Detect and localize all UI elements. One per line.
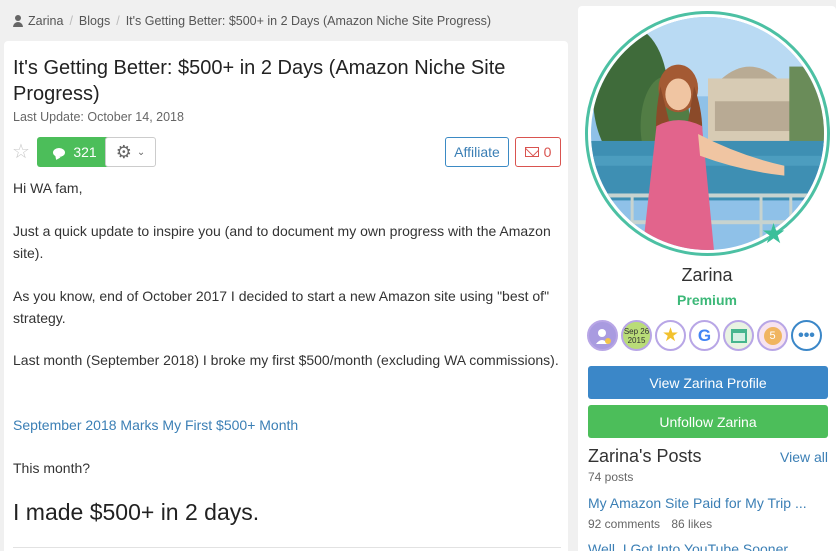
ambassador-badge-icon[interactable]: [587, 320, 618, 351]
message-button[interactable]: 0: [515, 137, 561, 167]
view-profile-button[interactable]: View Zarina Profile: [588, 366, 828, 399]
user-icon: [13, 15, 23, 27]
comments-count: 321: [73, 144, 97, 160]
post-paragraph: This month?: [13, 460, 91, 476]
profile-name[interactable]: Zarina: [578, 265, 836, 286]
avatar[interactable]: [591, 17, 824, 250]
envelope-icon: [524, 147, 539, 157]
membership-badge: Premium: [677, 292, 737, 308]
comment-icon: [53, 147, 66, 157]
badge-list: Sep 26 2015 ★ G 5 •••: [587, 320, 832, 352]
star-icon[interactable]: ☆: [12, 140, 34, 164]
recent-post-likes: 86 likes: [671, 517, 713, 531]
recent-post-comments: 92 comments: [588, 517, 661, 531]
post-paragraph: As you know, end of October 2017 I decid…: [13, 288, 550, 326]
avatar-frame: [585, 11, 830, 256]
google-badge[interactable]: G: [689, 320, 720, 351]
breadcrumb-user[interactable]: Zarina: [28, 14, 63, 28]
more-badges-icon[interactable]: •••: [791, 320, 822, 351]
post-paragraph: Hi WA fam,: [13, 180, 83, 196]
post-card: It's Getting Better: $500+ in 2 Days (Am…: [4, 41, 568, 551]
star-badge-icon[interactable]: ★: [655, 320, 686, 351]
chevron-down-icon: ⌄: [136, 146, 146, 158]
breadcrumb: Zarina / Blogs / It's Getting Better: $5…: [13, 14, 491, 28]
last-update: Last Update: October 14, 2018: [13, 110, 184, 124]
breadcrumb-current: It's Getting Better: $500+ in 2 Days (Am…: [125, 14, 492, 28]
divider: [13, 547, 561, 548]
posts-count: 74 posts: [588, 470, 634, 484]
anniversary-badge-text: Sep 26 2015: [623, 326, 650, 345]
posts-title: Zarina's Posts: [588, 446, 702, 466]
author-sidebar: ★ Zarina Premium Sep 26 2015 ★ G 5 ••• V…: [578, 6, 836, 551]
post-paragraph: Last month (September 2018) I broke my f…: [13, 352, 559, 368]
breadcrumb-blogs[interactable]: Blogs: [79, 14, 110, 28]
post-link[interactable]: September 2018 Marks My First $500+ Mont…: [13, 415, 563, 437]
unfollow-button[interactable]: Unfollow Zarina: [588, 405, 828, 438]
anniversary-badge[interactable]: Sep 26 2015: [621, 320, 652, 351]
premium-star-icon: ★: [761, 218, 787, 249]
recent-post-meta: 92 comments 86 likes: [588, 517, 712, 531]
page-title: It's Getting Better: $500+ in 2 Days (Am…: [13, 57, 506, 105]
medal-badge-number: 5: [763, 326, 782, 345]
google-badge-letter: G: [697, 325, 712, 345]
affiliate-button[interactable]: Affiliate: [445, 137, 509, 167]
comments-button[interactable]: 321: [37, 137, 113, 167]
website-badge-icon[interactable]: [723, 320, 754, 351]
breadcrumb-separator: /: [69, 14, 73, 28]
view-all-link[interactable]: View all: [780, 449, 828, 465]
settings-dropdown-button[interactable]: ⚙ ⌄: [105, 137, 156, 167]
post-heading: I made $500+ in 2 days.: [13, 499, 260, 525]
post-paragraph: Just a quick update to inspire you (and …: [13, 223, 551, 261]
gear-icon: ⚙: [115, 142, 132, 162]
breadcrumb-separator: /: [116, 14, 120, 28]
message-count: 0: [543, 144, 552, 160]
next-post-link[interactable]: Well, I Got Into YouTube Sooner ...: [588, 541, 804, 551]
medal-badge[interactable]: 5: [757, 320, 788, 351]
post-actions: ☆ 321 ⚙ ⌄ Affiliate 0: [12, 137, 561, 167]
recent-post-link[interactable]: My Amazon Site Paid for My Trip ...: [588, 495, 807, 511]
